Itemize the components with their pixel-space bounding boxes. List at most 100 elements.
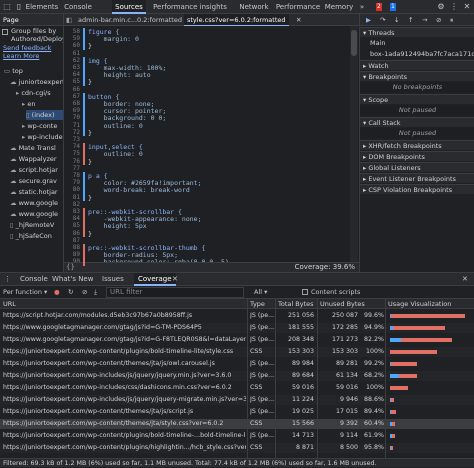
usage-bar-unused — [391, 446, 394, 450]
table-row[interactable]: https://juniortoexpert.com/wp-content/th… — [0, 359, 474, 369]
tab-elements[interactable]: Elements — [24, 0, 60, 14]
tab-performance-insights[interactable]: Performance insights — [150, 0, 230, 14]
tree-item[interactable]: ▸ en — [22, 99, 35, 109]
editor-scrollbar[interactable] — [350, 26, 358, 262]
close-tab-icon[interactable]: ✕ — [172, 273, 178, 286]
tree-item[interactable]: ▸ wp-conte — [22, 121, 57, 131]
table-row[interactable]: https://juniortoexpert.com/wp-content/th… — [0, 419, 474, 429]
tab-performance[interactable]: Performance — [275, 0, 321, 14]
tree-item[interactable]: ☁ www.google — [10, 209, 58, 219]
inspect-icon[interactable]: ⬚ — [2, 2, 12, 12]
url-filter-input[interactable]: URL filter — [106, 287, 244, 298]
issues-badge[interactable]: 1 — [390, 3, 396, 11]
table-row[interactable]: https://www.googletagmanager.com/gtag/js… — [0, 323, 474, 333]
checkbox-icon[interactable] — [302, 289, 308, 295]
tree-item[interactable]: ☁ Mate Transl — [10, 143, 56, 153]
tree-item[interactable]: ▭ top — [4, 66, 23, 76]
editor-tab-style-css[interactable]: style.css?ver=6.0.2:formatted — [184, 14, 289, 26]
table-row[interactable]: https://juniortoexpert.com/wp-includes/c… — [0, 383, 474, 393]
column-header[interactable]: Total Bytes — [278, 299, 316, 309]
reload-icon[interactable]: ↻ — [68, 287, 73, 298]
drawer-tab-coverage[interactable]: Coverage — [134, 273, 176, 286]
section-call-stack[interactable]: ▾ Call Stack — [360, 117, 474, 127]
editor-tab-admin-bar[interactable]: admin-bar.min.c...0.2:formatted — [78, 14, 182, 26]
tab-memory[interactable]: Memory — [324, 0, 354, 14]
tree-item[interactable]: ☁ script.hotjar — [10, 165, 58, 175]
section-scope[interactable]: ▾ Scope — [360, 94, 474, 104]
step-icon[interactable]: → — [422, 14, 427, 26]
more-tabs-icon[interactable]: » — [356, 0, 368, 14]
drawer-tab-what-s-new[interactable]: What's New — [52, 273, 93, 286]
devtools-top-bar: ⬚ ▯ Elements Console Sources Performance in… — [0, 0, 474, 14]
tree-item[interactable]: ▯ _hjSafeCon — [10, 231, 52, 241]
record-button[interactable]: ● — [54, 287, 60, 298]
file-navigator: Page Group files by Authored/Deployed Se… — [0, 14, 64, 272]
close-drawer-icon[interactable]: ✕ — [462, 273, 468, 286]
device-toolbar-icon[interactable]: ▯ — [14, 2, 24, 12]
tab-sources[interactable]: Sources — [112, 0, 146, 14]
close-icon[interactable]: ✕ — [462, 2, 472, 12]
drawer-tab-issues[interactable]: Issues — [102, 273, 124, 286]
close-tab-icon[interactable]: ✕ — [296, 14, 301, 26]
tab-page[interactable]: Page — [3, 16, 19, 24]
column-header[interactable]: URL — [3, 299, 246, 309]
step-out-icon[interactable]: ↑ — [408, 14, 413, 26]
tab-console[interactable]: Console — [62, 0, 94, 14]
table-row[interactable]: https://juniortoexpert.com/wp-content/pl… — [0, 347, 474, 357]
section-global-listeners[interactable]: ▸ Global Listeners — [360, 162, 474, 172]
content-scripts-label: Content scripts — [311, 288, 361, 296]
tab-network[interactable]: Network — [236, 0, 272, 14]
cell-url: https://www.googletagmanager.com/gtag/js… — [3, 324, 202, 331]
deactivate-breakpoints-icon[interactable]: ⊘ — [436, 14, 441, 26]
thread-item[interactable]: box-1ada912494ba7fc7aca171c — [360, 49, 474, 59]
step-into-icon[interactable]: ↓ — [394, 14, 399, 26]
export-icon[interactable]: ⤓ — [94, 287, 97, 298]
checkbox-icon[interactable] — [2, 29, 8, 35]
section-threads[interactable]: ▾ Threads — [360, 27, 474, 37]
section-dom-breakpoints[interactable]: ▸ DOM Breakpoints — [360, 151, 474, 161]
table-row[interactable]: https://juniortoexpert.com/wp-content/pl… — [0, 431, 474, 441]
tree-item[interactable]: ▸ wp-includes — [22, 132, 63, 142]
table-row[interactable]: https://www.googletagmanager.com/gtag/js… — [0, 335, 474, 345]
section-breakpoints[interactable]: ▾ Breakpoints — [360, 71, 474, 81]
column-header[interactable]: Type — [250, 299, 275, 309]
table-row[interactable]: https://juniortoexpert.com/wp-content/th… — [0, 407, 474, 417]
table-row[interactable]: https://juniortoexpert.com/wp-includes/j… — [0, 395, 474, 405]
tree-item[interactable]: ☁ secure.grav — [10, 176, 57, 186]
section-watch[interactable]: ▸ Watch — [360, 60, 474, 70]
section-event-listener-breakpoints[interactable]: ▸ Event Listener Breakpoints — [360, 173, 474, 183]
pretty-print-button[interactable]: {} — [66, 263, 75, 272]
thread-item[interactable]: Main — [360, 38, 474, 48]
drawer-tab-console[interactable]: Console — [20, 273, 48, 286]
group-files-checkbox[interactable] — [2, 28, 10, 38]
column-header[interactable]: Usage Visualization — [388, 299, 470, 309]
learn-more-link[interactable]: Learn More — [3, 51, 39, 61]
error-badge[interactable]: 2 — [376, 3, 382, 11]
pause-exceptions-icon[interactable]: ⏸ — [450, 14, 453, 26]
tree-item[interactable]: ☁ www.google — [10, 198, 58, 208]
tree-item[interactable]: ☁ static.hotjar — [10, 187, 58, 197]
tree-item[interactable]: ☁ Wappalyzer — [10, 154, 57, 164]
content-scripts-checkbox[interactable]: Content scripts — [302, 287, 360, 298]
sidebar-toggle-icon[interactable]: ◧ — [66, 14, 72, 26]
table-row[interactable]: https://juniortoexpert.com/wp-includes/j… — [0, 371, 474, 381]
per-function-select[interactable]: Per function ▾ — [3, 287, 47, 298]
table-row[interactable]: https://script.hotjar.com/modules.d5eb3c… — [0, 311, 474, 321]
resume-icon[interactable]: ▶ — [366, 14, 371, 26]
clear-icon[interactable]: ⊘ — [82, 287, 87, 298]
column-header[interactable]: Unused Bytes — [320, 299, 384, 309]
more-icon[interactable]: ⋮ — [449, 2, 459, 12]
type-select[interactable]: All ▾ — [254, 287, 267, 298]
step-over-icon[interactable]: ↷ — [380, 14, 385, 26]
section-xhr-fetch-breakpoints[interactable]: ▸ XHR/fetch Breakpoints — [360, 140, 474, 150]
tree-item[interactable]: ▸ cdn-cgi/s — [16, 88, 51, 98]
code-area[interactable]: figure { margin: 0} img { max-width: 100%… — [64, 26, 359, 266]
gear-icon[interactable]: ⚙ — [436, 2, 446, 12]
drawer-menu-icon[interactable]: ⋮ — [4, 273, 11, 286]
cell-unused-percent: 94.9% — [363, 324, 384, 331]
table-row[interactable]: https://juniortoexpert.com/wp-content/pl… — [0, 443, 474, 453]
tree-item[interactable]: ☁ juniortoexpert.com — [10, 77, 63, 87]
section-csp-violation-breakpoints[interactable]: ▸ CSP Violation Breakpoints — [360, 184, 474, 194]
tree-item[interactable]: ▯ (index) — [26, 110, 63, 120]
tree-item[interactable]: ▯ _hjRemoteV — [10, 220, 54, 230]
